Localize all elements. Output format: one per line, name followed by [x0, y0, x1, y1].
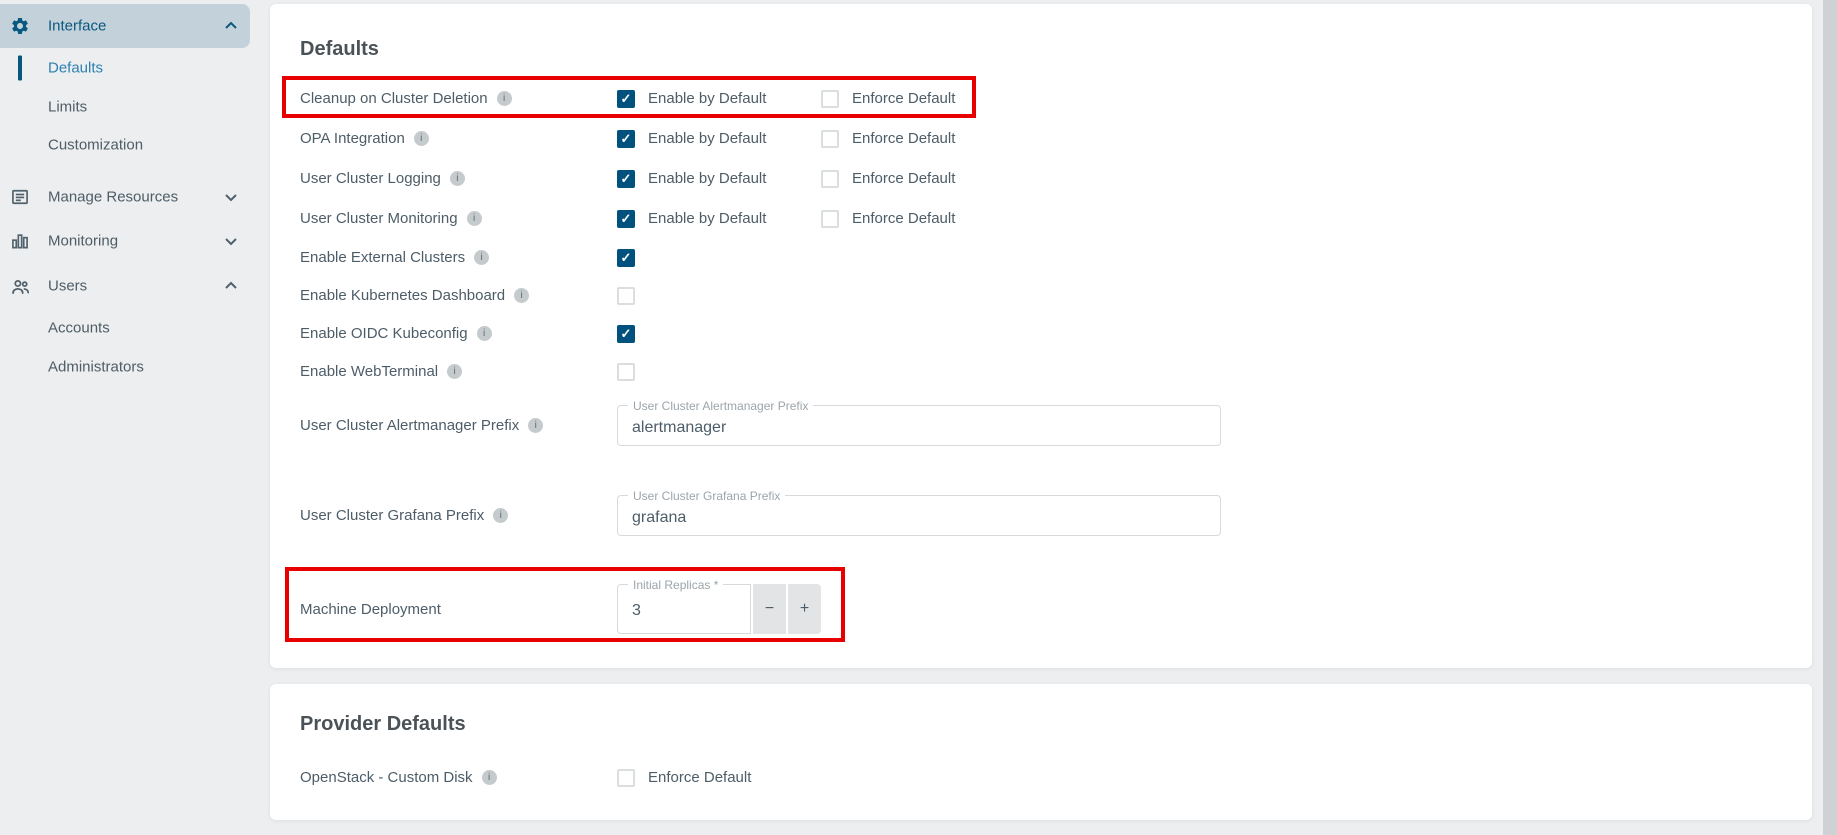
setting-label: Enable Kubernetes Dashboard [300, 287, 505, 304]
sidebar-item-label: Customization [48, 137, 143, 154]
enable-by-default-checkbox[interactable] [617, 90, 635, 108]
info-icon[interactable] [514, 288, 529, 303]
setting-row-machine-deployment: Machine Deployment Initial Replicas * − … [270, 584, 1812, 634]
info-icon[interactable] [467, 211, 482, 226]
enforce-default-checkbox[interactable] [821, 90, 839, 108]
list-icon [9, 186, 31, 208]
defaults-card: Defaults Cleanup on Cluster Deletion Ena… [270, 4, 1812, 668]
sidebar-item-defaults[interactable]: Defaults [0, 48, 250, 88]
enable-checkbox[interactable] [617, 249, 635, 267]
sidebar-item-label: Monitoring [48, 233, 118, 250]
sidebar: Interface Defaults Limits Customization … [0, 0, 260, 835]
info-icon[interactable] [482, 770, 497, 785]
chevron-up-icon [224, 281, 238, 291]
initial-replicas-stepper: Initial Replicas * − + [617, 584, 821, 634]
setting-label: Enable OIDC Kubeconfig [300, 325, 468, 342]
enable-checkbox[interactable] [617, 287, 635, 305]
grafana-prefix-input[interactable] [618, 496, 1220, 535]
setting-row-opa-integration: OPA Integration Enable by Default Enforc… [270, 119, 1812, 158]
checkbox-label: Enforce Default [852, 90, 955, 107]
setting-label: User Cluster Monitoring [300, 210, 458, 227]
checkbox-label: Enforce Default [852, 210, 955, 227]
sidebar-item-label: Interface [48, 18, 106, 35]
increment-button[interactable]: + [788, 584, 821, 634]
sidebar-item-label: Manage Resources [48, 189, 178, 206]
people-icon [9, 275, 31, 297]
setting-row-openstack-custom-disk: OpenStack - Custom Disk Enforce Default [270, 758, 1812, 797]
chevron-up-icon [224, 21, 238, 31]
info-icon[interactable] [447, 364, 462, 379]
checkbox-label: Enforce Default [648, 769, 751, 786]
setting-row-grafana-prefix: User Cluster Grafana Prefix User Cluster… [270, 495, 1812, 536]
sidebar-item-customization[interactable]: Customization [0, 125, 250, 165]
setting-row-enable-oidc-kubeconfig: Enable OIDC Kubeconfig [270, 314, 1812, 353]
initial-replicas-field: Initial Replicas * [617, 584, 751, 634]
sidebar-item-label: Limits [48, 99, 87, 116]
enable-by-default-checkbox[interactable] [617, 170, 635, 188]
sidebar-item-label: Defaults [48, 60, 103, 77]
alertmanager-prefix-field: User Cluster Alertmanager Prefix [617, 405, 1221, 446]
initial-replicas-input[interactable] [618, 585, 750, 633]
checkbox-label: Enable by Default [648, 130, 766, 147]
enforce-default-checkbox[interactable] [821, 210, 839, 228]
info-icon[interactable] [477, 326, 492, 341]
setting-row-cleanup-on-cluster-deletion: Cleanup on Cluster Deletion Enable by De… [270, 79, 1812, 118]
enable-by-default-checkbox[interactable] [617, 130, 635, 148]
alertmanager-prefix-input[interactable] [618, 406, 1220, 445]
setting-label: User Cluster Grafana Prefix [300, 507, 484, 524]
sidebar-item-manage-resources[interactable]: Manage Resources [0, 177, 250, 217]
chevron-down-icon [224, 236, 238, 246]
decrement-button[interactable]: − [753, 584, 786, 634]
sidebar-item-label: Users [48, 278, 87, 295]
info-icon[interactable] [414, 131, 429, 146]
setting-label: User Cluster Alertmanager Prefix [300, 417, 519, 434]
sidebar-item-administrators[interactable]: Administrators [0, 347, 250, 387]
info-icon[interactable] [474, 250, 489, 265]
setting-row-enable-external-clusters: Enable External Clusters [270, 238, 1812, 277]
provider-defaults-card: Provider Defaults OpenStack - Custom Dis… [270, 684, 1812, 820]
grafana-prefix-field: User Cluster Grafana Prefix [617, 495, 1221, 536]
enforce-default-checkbox[interactable] [617, 769, 635, 787]
enforce-default-checkbox[interactable] [821, 130, 839, 148]
checkbox-label: Enable by Default [648, 210, 766, 227]
setting-row-alertmanager-prefix: User Cluster Alertmanager Prefix User Cl… [270, 405, 1812, 446]
setting-row-enable-kubernetes-dashboard: Enable Kubernetes Dashboard [270, 276, 1812, 315]
setting-row-user-cluster-monitoring: User Cluster Monitoring Enable by Defaul… [270, 199, 1812, 238]
bar-chart-icon [9, 230, 31, 252]
info-icon[interactable] [493, 508, 508, 523]
sidebar-item-interface[interactable]: Interface [0, 4, 250, 48]
defaults-card-title: Defaults [300, 38, 379, 61]
gear-icon [9, 15, 31, 37]
sidebar-item-limits[interactable]: Limits [0, 87, 250, 127]
checkbox-label: Enable by Default [648, 90, 766, 107]
setting-label: Cleanup on Cluster Deletion [300, 90, 488, 107]
setting-label: OPA Integration [300, 130, 405, 147]
sidebar-item-accounts[interactable]: Accounts [0, 308, 250, 348]
enable-checkbox[interactable] [617, 363, 635, 381]
info-icon[interactable] [497, 91, 512, 106]
enforce-default-checkbox[interactable] [821, 170, 839, 188]
sidebar-item-users[interactable]: Users [0, 266, 250, 306]
checkbox-label: Enable by Default [648, 170, 766, 187]
setting-label: Enable External Clusters [300, 249, 465, 266]
info-icon[interactable] [528, 418, 543, 433]
chevron-down-icon [224, 192, 238, 202]
sidebar-item-monitoring[interactable]: Monitoring [0, 221, 250, 261]
sidebar-item-label: Administrators [48, 359, 144, 376]
info-icon[interactable] [450, 171, 465, 186]
enable-by-default-checkbox[interactable] [617, 210, 635, 228]
setting-label: OpenStack - Custom Disk [300, 769, 473, 786]
setting-row-user-cluster-logging: User Cluster Logging Enable by Default E… [270, 159, 1812, 198]
provider-card-title: Provider Defaults [300, 713, 466, 736]
checkbox-label: Enforce Default [852, 130, 955, 147]
setting-label: User Cluster Logging [300, 170, 441, 187]
enable-checkbox[interactable] [617, 325, 635, 343]
sidebar-item-label: Accounts [48, 320, 110, 337]
setting-row-enable-webterminal: Enable WebTerminal [270, 352, 1812, 391]
setting-label: Machine Deployment [300, 601, 441, 618]
active-item-indicator [18, 56, 22, 81]
checkbox-label: Enforce Default [852, 170, 955, 187]
vertical-scrollbar[interactable] [1823, 0, 1837, 835]
setting-label: Enable WebTerminal [300, 363, 438, 380]
